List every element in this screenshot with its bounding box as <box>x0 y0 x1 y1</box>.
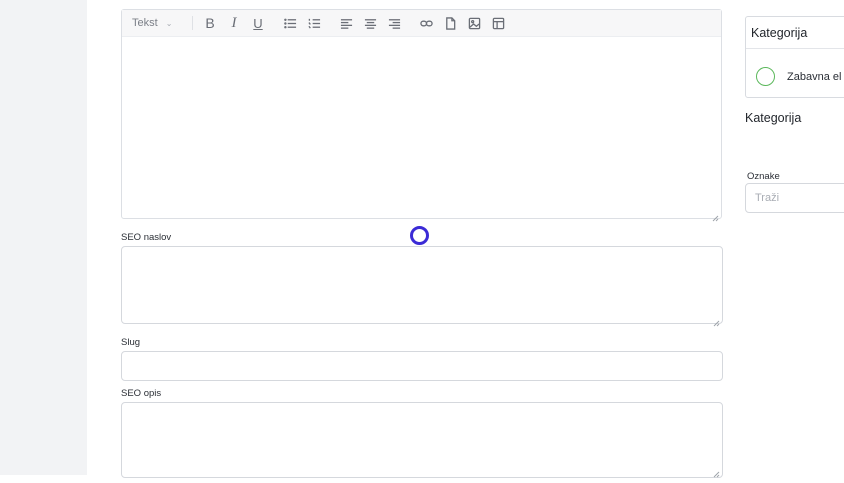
category-card: Kategorija Zabavna el <box>745 16 844 98</box>
link-icon[interactable] <box>415 12 437 34</box>
resize-handle-icon[interactable] <box>713 465 720 478</box>
align-right-icon[interactable] <box>383 12 405 34</box>
category-option-label: Zabavna el <box>787 70 842 83</box>
bold-icon[interactable]: B <box>199 12 221 34</box>
editor-content-area[interactable] <box>122 37 721 218</box>
format-select-value: Tekst <box>132 17 158 29</box>
seo-title-label: SEO naslov <box>121 232 172 243</box>
file-icon[interactable] <box>439 12 461 34</box>
chevron-down-icon: ⌄ <box>165 18 173 28</box>
image-icon[interactable] <box>463 12 485 34</box>
seo-description-label: SEO opis <box>121 388 162 399</box>
resize-handle-icon[interactable] <box>712 209 719 222</box>
left-sidebar-rail <box>0 0 87 475</box>
resize-handle-icon[interactable] <box>713 314 720 327</box>
slug-label: Slug <box>121 337 141 348</box>
editor-toolbar: Tekst ⌄ B I U <box>122 10 721 37</box>
category-radio[interactable] <box>756 67 775 86</box>
content-editor[interactable]: Tekst ⌄ B I U <box>121 9 722 222</box>
category-option[interactable]: Zabavna el <box>756 67 841 86</box>
align-left-icon[interactable] <box>335 12 357 34</box>
seo-title-textarea[interactable] <box>121 246 723 327</box>
format-select[interactable]: Tekst ⌄ <box>132 17 190 29</box>
align-center-icon[interactable] <box>359 12 381 34</box>
category-card-title: Kategorija <box>746 17 844 49</box>
tags-label: Oznake <box>747 171 780 182</box>
underline-icon[interactable]: U <box>247 12 269 34</box>
category-heading: Kategorija <box>745 111 802 125</box>
seo-description-textarea[interactable] <box>121 402 723 478</box>
slug-input[interactable] <box>121 351 723 381</box>
italic-icon[interactable]: I <box>223 12 245 34</box>
table-icon[interactable] <box>487 12 509 34</box>
toolbar-divider <box>192 16 193 30</box>
bullet-list-icon[interactable] <box>279 12 301 34</box>
tags-search-input[interactable] <box>745 183 844 213</box>
cursor-indicator <box>410 226 429 245</box>
numbered-list-icon[interactable] <box>303 12 325 34</box>
